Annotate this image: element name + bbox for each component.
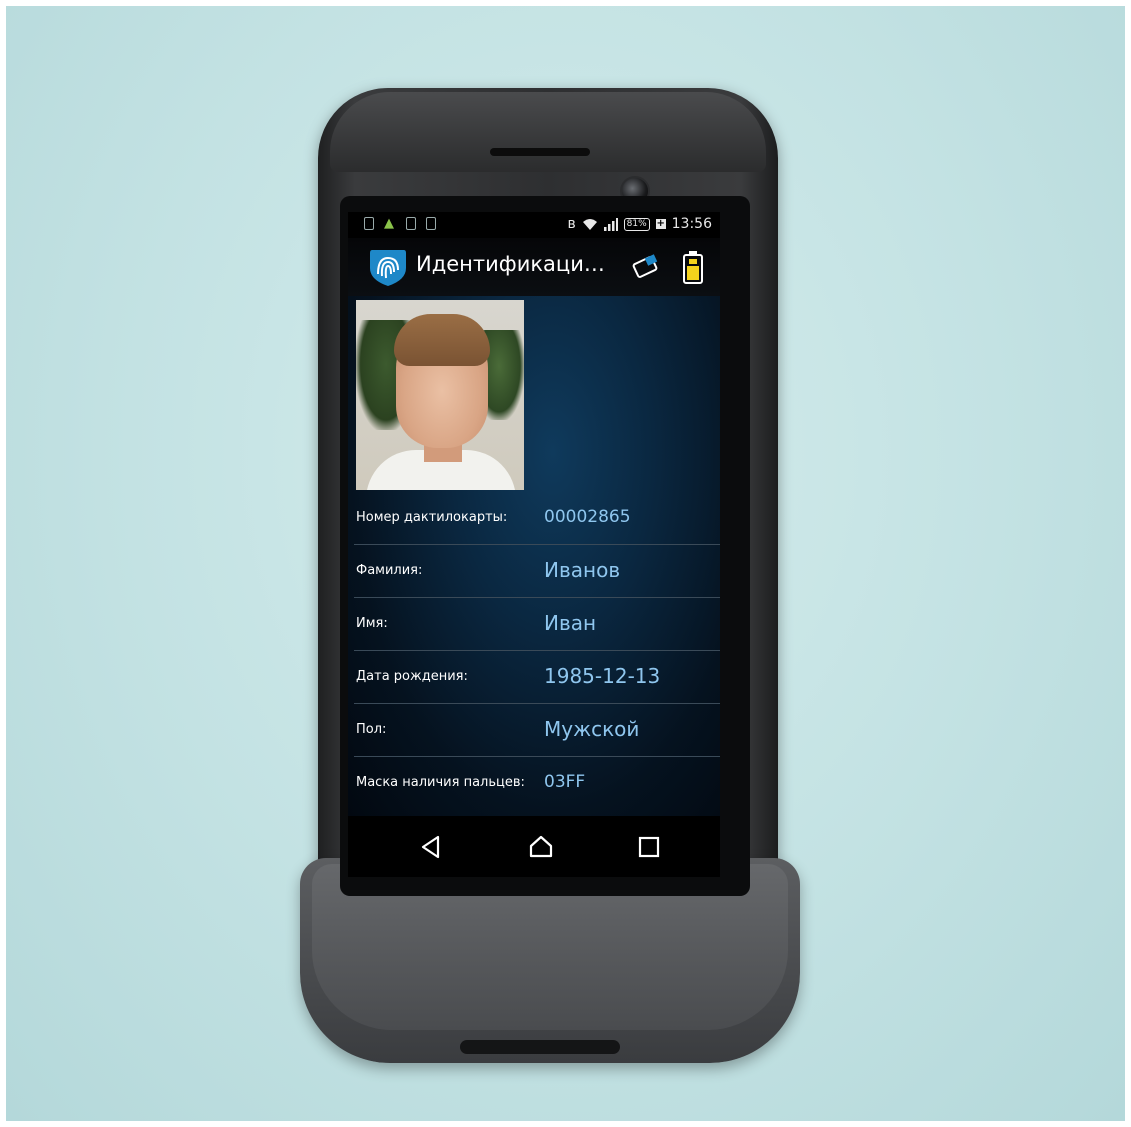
navigation-bar: [348, 816, 720, 877]
action-bar: Идентификация че...: [348, 238, 720, 296]
signal-icon: [603, 217, 618, 231]
field-birth-date: Дата рождения: 1985-12-13: [354, 651, 720, 704]
person-card: Номер дактилокарты: 00002865 Фамилия: Ив…: [348, 296, 720, 816]
field-value: Иванов: [544, 558, 621, 582]
field-sex: Пол: Мужской: [354, 704, 720, 757]
home-icon[interactable]: [528, 834, 554, 860]
field-label: Фамилия:: [356, 563, 423, 578]
field-label: Номер дактилокарты:: [356, 510, 508, 525]
battery-icon[interactable]: [682, 250, 704, 284]
field-label: Маска наличия пальцев:: [356, 775, 525, 790]
back-icon[interactable]: [418, 834, 444, 860]
sd-card-icon: [364, 217, 374, 230]
earpiece-speaker: [490, 148, 590, 156]
person-photo: [356, 300, 524, 490]
bluetooth-icon: ʙ: [567, 216, 576, 232]
field-label: Пол:: [356, 722, 387, 737]
system-icons: ʙ 81% + 13:56: [568, 216, 713, 232]
phone-screen: ▲ ʙ 81% + 13:56 Идентификация ч Номер да…: [348, 212, 720, 877]
field-name: Имя: Иван: [354, 598, 720, 651]
device-top-cap: [330, 92, 766, 172]
notification-icons: ▲: [364, 217, 436, 230]
field-value: 1985-12-13: [544, 664, 661, 688]
field-value: Иван: [544, 611, 597, 635]
status-bar: ▲ ʙ 81% + 13:56: [348, 212, 720, 238]
data-transfer-icon: [426, 217, 436, 230]
field-surname: Фамилия: Иванов: [354, 545, 720, 598]
field-label: Имя:: [356, 616, 388, 631]
app-title: Идентификация че...: [416, 252, 616, 276]
field-value: Мужской: [544, 717, 640, 741]
fingerprint-shield-icon[interactable]: [366, 244, 410, 288]
field-finger-mask: Маска наличия пальцев: 03FF: [354, 757, 720, 809]
image-icon: [406, 217, 416, 230]
field-label: Дата рождения:: [356, 669, 468, 684]
record-fields: Номер дактилокарты: 00002865 Фамилия: Ив…: [348, 492, 720, 809]
field-card-number: Номер дактилокарты: 00002865: [354, 492, 720, 545]
recents-icon[interactable]: [636, 834, 662, 860]
charging-icon: +: [655, 218, 666, 229]
card-slot: [460, 1040, 620, 1054]
android-icon: ▲: [384, 216, 394, 231]
battery-status-icon: 81%: [623, 217, 650, 231]
field-value: 00002865: [544, 507, 631, 527]
status-time: 13:56: [671, 216, 712, 232]
card-reader-icon[interactable]: [632, 254, 662, 280]
wifi-icon: [582, 218, 597, 230]
field-value: 03FF: [544, 772, 586, 792]
photo-hair: [394, 314, 490, 366]
